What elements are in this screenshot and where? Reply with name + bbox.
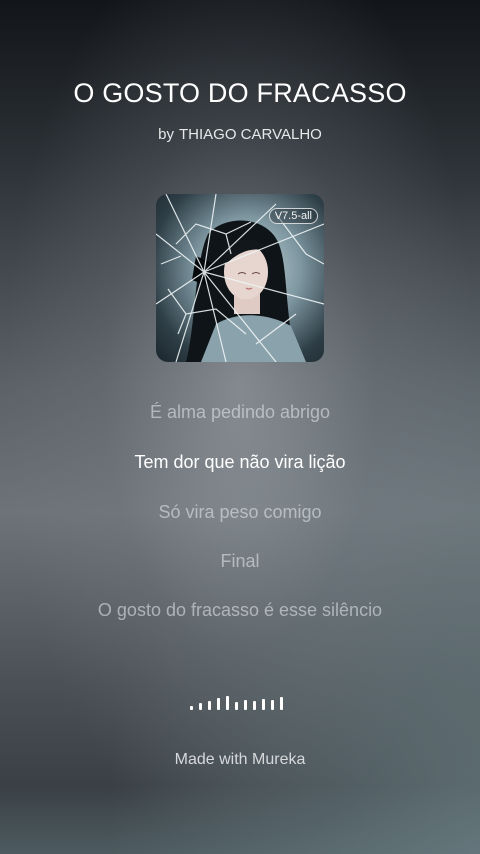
waveform-bar [199, 703, 202, 710]
by-label: by [158, 126, 175, 143]
artist-name: THIAGO CARVALHO [179, 126, 322, 143]
lyric-line[interactable]: É alma pedindo abrigo [0, 402, 480, 423]
artist-line: by THIAGO CARVALHO [0, 126, 480, 143]
footer-credit[interactable]: Made with Mureka [0, 751, 480, 769]
album-cover[interactable]: V7.5-all [156, 194, 324, 362]
lyric-line-active[interactable]: Tem dor que não vira lição [0, 452, 480, 473]
lyric-line[interactable]: Só vira peso comigo [0, 502, 480, 523]
waveform-bar [208, 701, 211, 710]
waveform-bar [280, 697, 283, 710]
waveform-bar [226, 696, 229, 710]
waveform-bar [271, 700, 274, 710]
waveform-bar [253, 701, 256, 710]
version-badge: V7.5-all [268, 208, 318, 224]
waveform-bar [190, 706, 193, 710]
lyric-line[interactable]: O gosto do fracasso é esse silêncio [0, 600, 480, 621]
lyric-line[interactable]: Final [0, 551, 480, 572]
waveform-bar [217, 698, 220, 710]
waveform-bar [244, 700, 247, 710]
waveform-bar [262, 699, 265, 710]
audio-waveform-icon[interactable] [190, 692, 290, 710]
song-title: O GOSTO DO FRACASSO [73, 78, 407, 108]
waveform-bar [235, 702, 238, 710]
